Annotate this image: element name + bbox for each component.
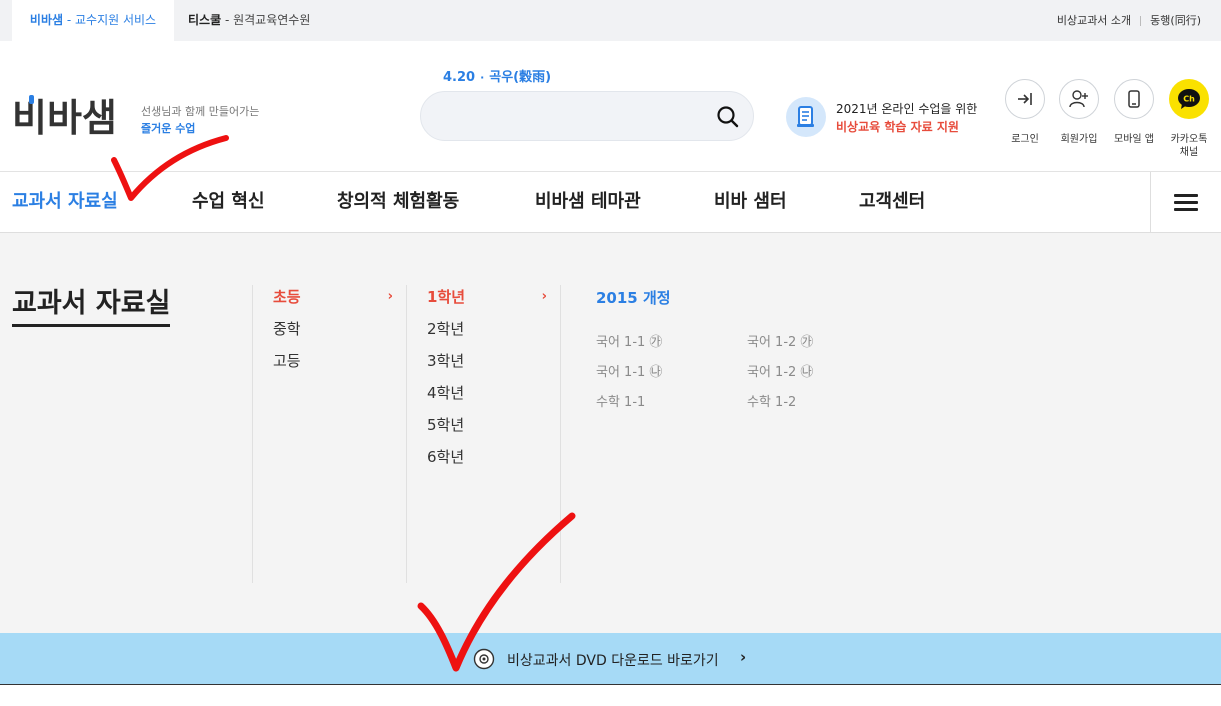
signup-button[interactable]: 회원가입 — [1054, 79, 1104, 146]
mobile-app-button[interactable]: 모바일 앱 — [1109, 79, 1159, 146]
level-item-high[interactable]: 고등 — [253, 349, 407, 381]
kakao-icon: Ch — [1169, 79, 1209, 119]
hamburger-icon — [1174, 190, 1198, 215]
nav-creative-activity[interactable]: 창의적 체험활동 — [337, 172, 459, 232]
level-item-middle[interactable]: 중학 — [253, 317, 407, 349]
grade-label: 5학년 — [427, 416, 465, 434]
all-menu-button[interactable] — [1150, 172, 1221, 232]
nav-customer-center[interactable]: 고객센터 — [859, 172, 925, 232]
level-label: 중학 — [273, 320, 301, 338]
grade-item-4[interactable]: 4학년 — [407, 381, 561, 413]
nav-theme-hall[interactable]: 비바샘 테마관 — [535, 172, 641, 232]
grade-label: 4학년 — [427, 384, 465, 402]
subject-link[interactable]: 국어 1-2 ㉮ — [747, 331, 813, 350]
slogan-line1: 선생님과 함께 만들어가는 — [141, 105, 260, 118]
dvd-download-label: 비상교과서 DVD 다운로드 바로가기 — [507, 653, 719, 669]
login-icon — [1005, 79, 1045, 119]
document-icon — [786, 97, 826, 137]
grade-item-3[interactable]: 3학년 — [407, 349, 561, 381]
main-navigation: 교과서 자료실 수업 혁신 창의적 체험활동 비바샘 테마관 비바 샘터 고객센… — [0, 172, 1221, 233]
level-label: 고등 — [273, 352, 301, 370]
chevron-right-icon: › — [740, 648, 747, 666]
link-divider — [1140, 16, 1142, 26]
grade-item-6[interactable]: 6학년 — [407, 445, 561, 477]
signup-label: 회원가입 — [1060, 134, 1098, 145]
subject-link[interactable]: 국어 1-2 ㉯ — [747, 361, 813, 380]
search-icon[interactable] — [715, 104, 741, 130]
tab-vivasam-brand: 비바샘 — [29, 13, 64, 27]
subject-link[interactable]: 수학 1-1 — [596, 391, 645, 410]
login-button[interactable]: 로그인 — [1000, 79, 1050, 146]
grade-list: 1학년 › 2학년 3학년 4학년 5학년 6학년 — [406, 285, 561, 583]
level-label: 초등 — [273, 288, 301, 306]
grade-label: 3학년 — [427, 352, 465, 370]
logo[interactable]: 비바샘 — [12, 91, 124, 151]
nav-class-innovation[interactable]: 수업 혁신 — [192, 172, 265, 232]
nav-textbook-library[interactable]: 교과서 자료실 — [12, 172, 118, 232]
kakao-badge-text: Ch — [1183, 95, 1195, 104]
chevron-right-icon: › — [387, 289, 393, 304]
tagline-term: 곡우(穀雨) — [489, 70, 552, 85]
add-user-icon — [1059, 79, 1099, 119]
tab-vivasam-desc: - 교수지원 서비스 — [63, 13, 157, 27]
tab-tschool-desc: - 원격교육연수원 — [221, 13, 311, 27]
grade-label: 1학년 — [427, 288, 466, 306]
subject-link[interactable]: 수학 1-2 — [747, 391, 796, 410]
subject-link[interactable]: 국어 1-1 ㉮ — [596, 331, 662, 350]
curriculum-revision-heading: 2015 개정 — [596, 289, 671, 307]
mobile-label: 모바일 앱 — [1114, 134, 1154, 145]
kakao-channel-button[interactable]: Ch 카카오톡 채널 — [1164, 79, 1214, 159]
dvd-download-banner[interactable]: 비상교과서 DVD 다운로드 바로가기 › — [0, 633, 1221, 685]
top-bar: 비바샘 - 교수지원 서비스 티스쿨 - 원격교육연수원 비상교과서 소개 동행(… — [0, 0, 1221, 41]
logo-text: 비바샘 — [12, 96, 117, 140]
grade-label: 6학년 — [427, 448, 465, 466]
grade-item-5[interactable]: 5학년 — [407, 413, 561, 445]
top-links: 비상교과서 소개 동행(同行) — [1057, 0, 1201, 41]
tab-tschool[interactable]: 티스쿨 - 원격교육연수원 — [174, 0, 324, 41]
seasonal-tagline[interactable]: 4.20 · 곡우(穀雨) — [443, 66, 551, 85]
slogan-line2: 즐거운 수업 — [141, 122, 196, 135]
chevron-right-icon: › — [541, 289, 547, 304]
panel-title: 교과서 자료실 — [12, 281, 171, 327]
tab-vivasam[interactable]: 비바샘 - 교수지원 서비스 — [12, 0, 174, 41]
tab-tschool-brand: 티스쿨 — [188, 13, 222, 27]
grade-label: 2학년 — [427, 320, 465, 338]
grade-item-1[interactable]: 1학년 › — [407, 285, 561, 317]
subject-link[interactable]: 국어 1-1 ㉯ — [596, 361, 662, 380]
column-divider — [560, 285, 561, 583]
disc-icon — [473, 648, 495, 670]
kakao-label-line1: 카카오톡 — [1170, 134, 1208, 145]
tagline-date: 4.20 — [443, 70, 476, 85]
login-label: 로그인 — [1011, 134, 1039, 145]
notice-line1: 2021년 온라인 수업을 위한 — [836, 102, 978, 116]
textbook-dropdown-panel: 교과서 자료실 초등 › 중학 고등 1학년 › 2학년 3학년 4학년 5학년 6… — [0, 233, 1221, 633]
nav-viva-community[interactable]: 비바 샘터 — [714, 172, 787, 232]
logo-accent — [29, 95, 34, 104]
level-item-elementary[interactable]: 초등 › — [253, 285, 407, 317]
search-box — [420, 91, 754, 141]
notice-line2: 비상교육 학습 자료 지원 — [836, 120, 959, 134]
kakao-label: 카카오톡 채널 — [1164, 133, 1214, 159]
level-list: 초등 › 중학 고등 — [252, 285, 407, 583]
search-input[interactable] — [441, 104, 701, 130]
tagline-dot: · — [480, 71, 485, 84]
link-textbook-about[interactable]: 비상교과서 소개 — [1057, 14, 1131, 27]
slogan: 선생님과 함께 만들어가는 즐거운 수업 — [141, 103, 259, 137]
logo-wordmark: 비바샘 — [12, 95, 117, 140]
grade-item-2[interactable]: 2학년 — [407, 317, 561, 349]
header: 비바샘 선생님과 함께 만들어가는 즐거운 수업 4.20 · 곡우(穀雨) 202… — [0, 41, 1221, 172]
mobile-icon — [1114, 79, 1154, 119]
link-together[interactable]: 동행(同行) — [1150, 14, 1201, 27]
kakao-label-line2: 채널 — [1179, 147, 1199, 158]
